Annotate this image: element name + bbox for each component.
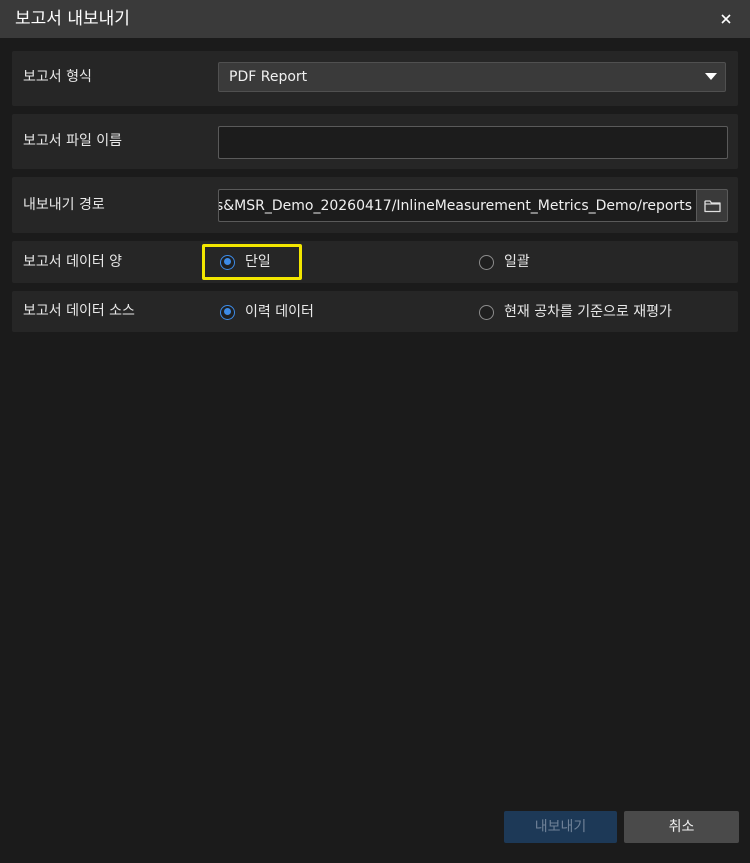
radio-history-data[interactable]: 이력 데이터 bbox=[220, 303, 314, 321]
format-row: 보고서 형식 PDF Report bbox=[12, 51, 738, 106]
filename-input[interactable] bbox=[218, 126, 728, 159]
title-bar: 보고서 내보내기 bbox=[0, 0, 750, 38]
dialog-title: 보고서 내보내기 bbox=[15, 9, 130, 29]
close-button[interactable] bbox=[714, 7, 738, 31]
radio-single[interactable]: 단일 bbox=[220, 253, 271, 271]
data-amount-label: 보고서 데이터 양 bbox=[23, 254, 123, 270]
radio-history-data-indicator bbox=[220, 304, 235, 320]
format-label: 보고서 형식 bbox=[23, 69, 92, 85]
folder-icon bbox=[703, 199, 721, 212]
data-source-row: 보고서 데이터 소스 이력 데이터 현재 공차를 기준으로 재평가 bbox=[12, 291, 738, 332]
radio-batch[interactable]: 일괄 bbox=[479, 253, 530, 271]
data-source-label: 보고서 데이터 소스 bbox=[23, 303, 135, 319]
radio-batch-label: 일괄 bbox=[504, 254, 530, 270]
radio-single-indicator bbox=[220, 254, 235, 270]
radio-reevaluate[interactable]: 현재 공차를 기준으로 재평가 bbox=[479, 303, 672, 321]
export-button[interactable]: 내보내기 bbox=[504, 811, 617, 843]
close-icon bbox=[721, 14, 731, 24]
radio-batch-indicator bbox=[479, 254, 494, 270]
browse-folder-button[interactable] bbox=[696, 189, 728, 222]
format-select-value: PDF Report bbox=[229, 69, 308, 85]
radio-history-data-label: 이력 데이터 bbox=[245, 304, 314, 320]
format-select[interactable]: PDF Report bbox=[218, 62, 726, 92]
radio-reevaluate-label: 현재 공차를 기준으로 재평가 bbox=[504, 304, 672, 320]
radio-reevaluate-indicator bbox=[479, 304, 494, 320]
filename-label: 보고서 파일 이름 bbox=[23, 133, 123, 149]
data-amount-row: 보고서 데이터 양 단일 일괄 bbox=[12, 241, 738, 283]
export-path-row: 내보내기 경로 rics&MSR_Demo_20260417/InlineMea… bbox=[12, 177, 738, 233]
radio-single-label: 단일 bbox=[245, 254, 271, 270]
export-path-input[interactable]: rics&MSR_Demo_20260417/InlineMeasurement… bbox=[218, 189, 696, 222]
cancel-button[interactable]: 취소 bbox=[624, 811, 739, 843]
export-path-label: 내보내기 경로 bbox=[23, 197, 105, 213]
filename-row: 보고서 파일 이름 bbox=[12, 114, 738, 169]
export-path-value: rics&MSR_Demo_20260417/InlineMeasurement… bbox=[218, 198, 692, 214]
export-report-dialog: 보고서 내보내기 보고서 형식 PDF Report 보고서 파일 이름 내보내… bbox=[0, 0, 750, 863]
caret-down-icon bbox=[705, 73, 717, 80]
